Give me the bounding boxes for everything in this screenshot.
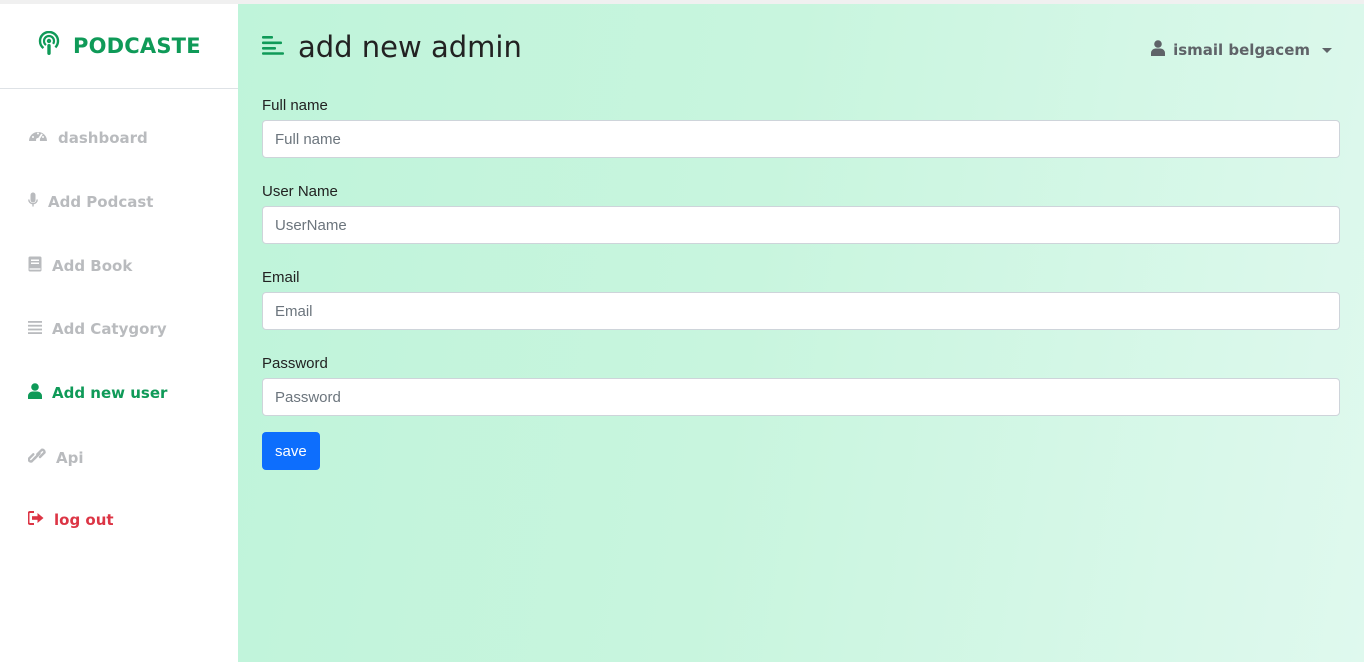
user-icon — [1151, 40, 1166, 60]
page-title: add new admin — [298, 30, 522, 64]
brand-name: PODCASTE — [73, 34, 201, 58]
email-label: Email — [262, 269, 300, 286]
username-input[interactable] — [262, 206, 1340, 244]
book-icon — [28, 256, 42, 276]
save-button[interactable]: save — [262, 432, 320, 470]
align-left-icon[interactable] — [262, 35, 284, 60]
page-header: add new admin — [262, 30, 522, 64]
full-name-input[interactable] — [262, 120, 1340, 158]
username-label: User Name — [262, 183, 338, 200]
sidebar-item-logout[interactable]: log out — [27, 511, 114, 529]
user-name: ismail belgacem — [1173, 41, 1310, 59]
sidebar-item-api[interactable]: Api — [27, 447, 84, 469]
full-name-label: Full name — [262, 97, 328, 114]
sidebar-item-dashboard[interactable]: dashboard — [28, 128, 148, 148]
brand-logo[interactable]: PODCASTE — [0, 4, 238, 89]
email-input[interactable] — [262, 292, 1340, 330]
password-input[interactable] — [262, 378, 1340, 416]
sidebar-item-label: Add Book — [52, 257, 133, 275]
chevron-down-icon — [1322, 47, 1332, 53]
gauge-icon — [28, 128, 48, 148]
microphone-icon — [28, 192, 38, 212]
sidebar-item-add-new-user[interactable]: Add new user — [28, 383, 167, 403]
sidebar-item-label: log out — [54, 511, 114, 529]
password-label: Password — [262, 355, 328, 372]
sidebar-item-add-podcast[interactable]: Add Podcast — [28, 192, 153, 212]
app-window: PODCASTE dashboard Add Podcast Add Book … — [0, 0, 1364, 662]
sidebar: PODCASTE dashboard Add Podcast Add Book … — [0, 4, 238, 662]
list-icon — [28, 320, 42, 338]
link-icon — [27, 447, 46, 469]
sidebar-item-add-category[interactable]: Add Catygory — [28, 320, 167, 338]
sidebar-item-add-book[interactable]: Add Book — [28, 256, 132, 276]
user-icon — [28, 383, 42, 403]
add-admin-form: Full name User Name Email Password save — [262, 96, 1340, 470]
sign-out-icon — [27, 511, 44, 529]
sidebar-item-label: dashboard — [58, 129, 148, 147]
user-dropdown[interactable]: ismail belgacem — [1151, 40, 1332, 60]
sidebar-item-label: Add Catygory — [52, 320, 167, 338]
podcast-icon — [37, 30, 61, 62]
sidebar-item-label: Add new user — [52, 384, 168, 402]
main-content: add new admin ismail belgacem Full name … — [238, 4, 1364, 662]
sidebar-item-label: Add Podcast — [48, 193, 154, 211]
sidebar-item-label: Api — [56, 449, 84, 467]
